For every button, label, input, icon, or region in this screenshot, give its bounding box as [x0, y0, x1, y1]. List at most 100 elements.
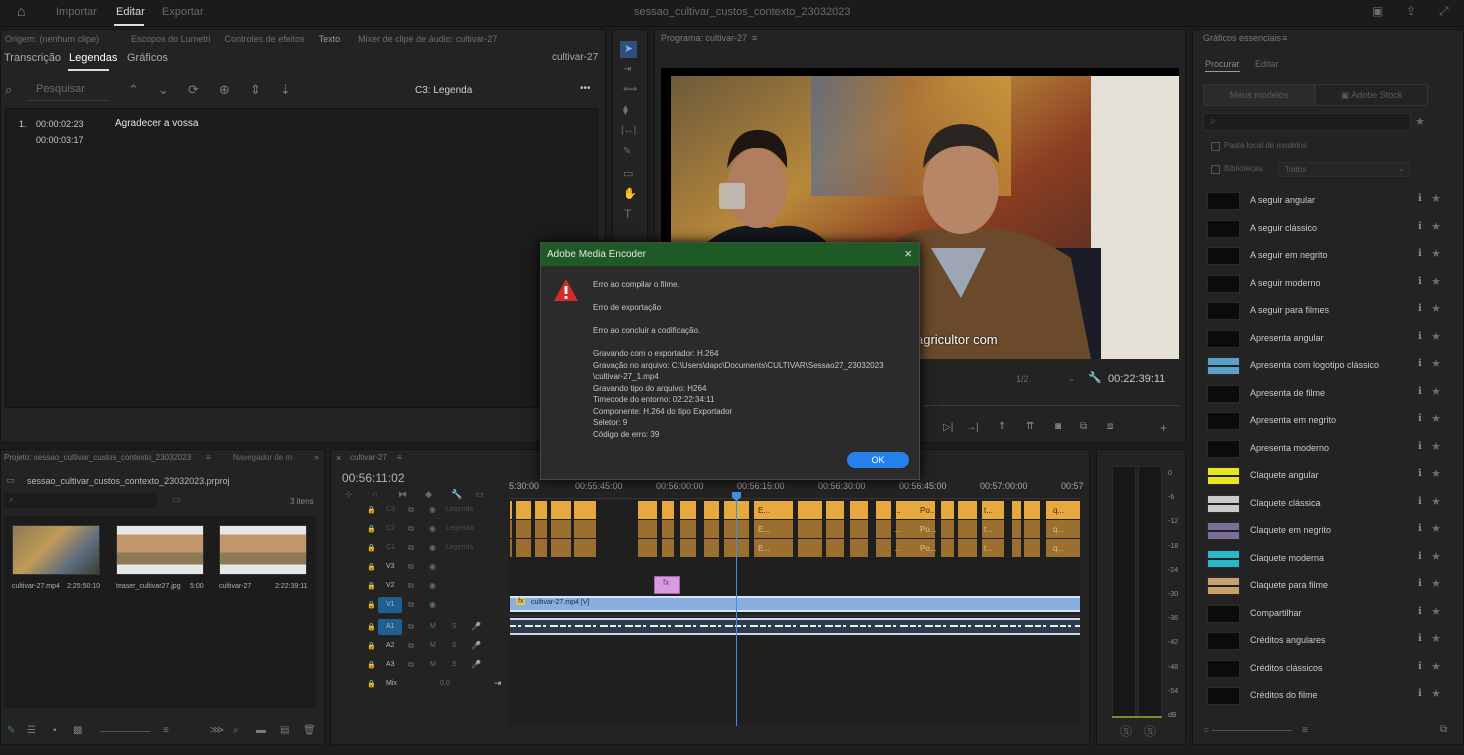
- lock-icon[interactable]: 🔒: [367, 582, 376, 590]
- caption-text[interactable]: Agradecer a vossa: [115, 118, 198, 129]
- favorite-star-icon[interactable]: ★: [1431, 192, 1441, 205]
- libraries-checkbox[interactable]: [1211, 165, 1220, 174]
- split-caption-icon[interactable]: ⇕: [250, 82, 261, 98]
- graphic-clip[interactable]: fx: [654, 576, 680, 594]
- zoom-select[interactable]: 1/2: [1016, 374, 1029, 384]
- info-icon[interactable]: ℹ: [1418, 331, 1422, 342]
- mute-icon[interactable]: M: [430, 642, 436, 649]
- lock-icon[interactable]: 🔒: [367, 642, 376, 650]
- eye-icon[interactable]: ◉: [429, 524, 436, 533]
- sync-icon[interactable]: ⧉: [408, 600, 414, 610]
- graphics-template-item[interactable]: Créditos angulares ℹ ★: [1207, 630, 1447, 652]
- favorite-star-icon[interactable]: ★: [1431, 522, 1441, 535]
- selection-tool-icon[interactable]: ➤: [620, 41, 637, 58]
- info-icon[interactable]: ℹ: [1418, 248, 1422, 259]
- favorite-star-icon[interactable]: ★: [1431, 577, 1441, 590]
- sync-icon[interactable]: ⧉: [408, 641, 414, 651]
- favorite-star-icon[interactable]: ★: [1431, 357, 1441, 370]
- expand-panel-icon[interactable]: »: [314, 452, 319, 462]
- chevron-down-icon[interactable]: ⌄: [158, 82, 169, 98]
- extract-icon[interactable]: ⇈: [1026, 421, 1034, 432]
- microphone-icon[interactable]: 🎤: [471, 660, 481, 669]
- automate-icon[interactable]: ⋙: [210, 725, 224, 736]
- search-icon[interactable]: ⌕: [5, 82, 12, 98]
- info-icon[interactable]: ℹ: [1418, 468, 1422, 479]
- go-to-out-icon[interactable]: →|: [966, 422, 979, 433]
- tab-browse[interactable]: Procurar: [1205, 59, 1240, 72]
- wrench-icon[interactable]: 🔧: [1088, 371, 1102, 384]
- mute-icon[interactable]: M: [430, 623, 436, 630]
- favorite-star-icon[interactable]: ★: [1431, 550, 1441, 563]
- favorite-star-icon[interactable]: ★: [1431, 495, 1441, 508]
- sync-icon[interactable]: ⧉: [408, 581, 414, 591]
- project-menu-icon[interactable]: ≡: [206, 453, 211, 462]
- more-menu-icon[interactable]: •••: [580, 83, 591, 94]
- info-icon[interactable]: ℹ: [1418, 193, 1422, 204]
- captions-display-icon[interactable]: ▭: [475, 489, 484, 500]
- sync-icon[interactable]: ⧉: [408, 622, 414, 632]
- add-caption-icon[interactable]: ⊕: [219, 82, 230, 98]
- tab-captions[interactable]: Legendas: [69, 52, 117, 64]
- mix-value[interactable]: 0,0: [440, 680, 450, 687]
- favorite-star-icon[interactable]: ★: [1431, 247, 1441, 260]
- local-folder-checkbox[interactable]: [1211, 142, 1220, 151]
- info-icon[interactable]: ℹ: [1418, 523, 1422, 534]
- lock-icon[interactable]: 🔒: [367, 623, 376, 631]
- sort-icon[interactable]: ≡: [163, 725, 169, 736]
- zoom-slider[interactable]: [100, 731, 150, 732]
- slip-tool-icon[interactable]: |↔|: [621, 125, 636, 136]
- lock-icon[interactable]: 🔒: [367, 544, 376, 552]
- timeline-menu-icon[interactable]: ≡: [397, 453, 402, 462]
- chevron-up-icon[interactable]: ⌃: [128, 82, 139, 98]
- caption-out-time[interactable]: 00:00:03:17: [36, 135, 84, 145]
- info-icon[interactable]: ℹ: [1418, 578, 1422, 589]
- lock-icon[interactable]: 🔒: [367, 506, 376, 514]
- favorite-star-icon[interactable]: ★: [1431, 220, 1441, 233]
- project-search-input[interactable]: [4, 493, 157, 508]
- import-tab[interactable]: Importar: [56, 6, 97, 18]
- fullscreen-icon[interactable]: ⤢: [1439, 4, 1449, 19]
- graphics-template-item[interactable]: Apresenta de filme ℹ ★: [1207, 383, 1447, 405]
- microphone-icon[interactable]: 🎤: [471, 622, 481, 631]
- sync-icon[interactable]: ⧉: [408, 524, 414, 534]
- tab-effects[interactable]: Controles de efeitos: [225, 34, 305, 44]
- sync-icon[interactable]: ⧉: [408, 562, 414, 572]
- nest-icon[interactable]: ⊹: [345, 489, 353, 500]
- ok-button[interactable]: OK: [847, 452, 909, 468]
- snap-icon[interactable]: ∩: [372, 489, 378, 499]
- timeline-wrench-icon[interactable]: 🔧: [451, 489, 462, 500]
- home-icon[interactable]: ⌂: [17, 3, 25, 19]
- info-icon[interactable]: ℹ: [1418, 661, 1422, 672]
- tab-graphics[interactable]: Gráficos: [127, 52, 168, 64]
- favorite-star-icon[interactable]: ★: [1431, 385, 1441, 398]
- graphics-menu-icon[interactable]: ≡: [1282, 33, 1287, 43]
- favorite-star-icon[interactable]: ★: [1431, 412, 1441, 425]
- sync-icon[interactable]: ⧉: [408, 543, 414, 553]
- workspace-icon[interactable]: ▣: [1372, 4, 1383, 18]
- list-view-icon[interactable]: ≡: [1302, 725, 1308, 736]
- favorite-star-icon[interactable]: ★: [1431, 440, 1441, 453]
- share-icon[interactable]: ⇪: [1406, 4, 1416, 18]
- info-icon[interactable]: ℹ: [1418, 606, 1422, 617]
- tab-edit[interactable]: Editar: [1255, 59, 1279, 69]
- tab-source[interactable]: Origem: (nenhum clipe): [5, 34, 99, 44]
- info-icon[interactable]: ℹ: [1418, 303, 1422, 314]
- info-icon[interactable]: ℹ: [1418, 551, 1422, 562]
- favorite-star-icon[interactable]: ★: [1431, 330, 1441, 343]
- replace-icon[interactable]: ⟳: [188, 82, 199, 98]
- graphics-template-item[interactable]: Claquete moderna ℹ ★: [1207, 548, 1447, 570]
- graphics-template-item[interactable]: Claquete angular ℹ ★: [1207, 465, 1447, 487]
- graphics-template-item[interactable]: A seguir em negrito ℹ ★: [1207, 245, 1447, 267]
- solo-icon[interactable]: S: [452, 642, 457, 649]
- edit-tab[interactable]: Editar: [116, 6, 145, 18]
- info-icon[interactable]: ℹ: [1418, 441, 1422, 452]
- info-icon[interactable]: ℹ: [1418, 688, 1422, 699]
- tab-text[interactable]: Texto: [319, 34, 341, 44]
- graphics-template-item[interactable]: Apresenta angular ℹ ★: [1207, 328, 1447, 350]
- info-icon[interactable]: ℹ: [1418, 496, 1422, 507]
- tab-lumetri[interactable]: Escopos do Lumetri: [131, 34, 211, 44]
- type-tool-icon[interactable]: T: [624, 207, 631, 221]
- graphics-search-input[interactable]: ⌕: [1203, 113, 1411, 131]
- add-button-icon[interactable]: +: [1160, 421, 1167, 435]
- hand-tool-icon[interactable]: ✋: [623, 187, 637, 200]
